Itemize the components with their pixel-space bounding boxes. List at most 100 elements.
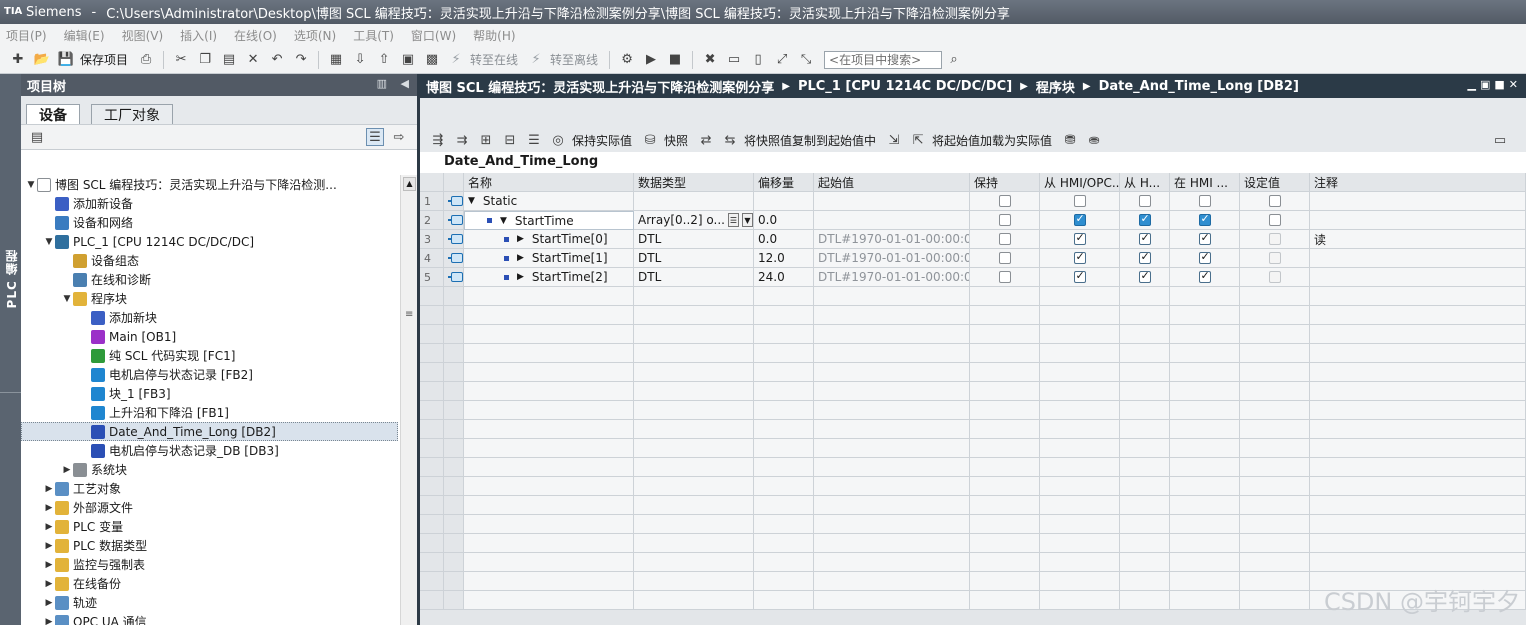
empty-cell[interactable] bbox=[1310, 439, 1526, 458]
tree-item[interactable]: 电机启停与状态记录 [FB2] bbox=[21, 365, 398, 384]
expand-down-icon[interactable]: ▼ bbox=[25, 180, 37, 190]
go-offline-icon[interactable]: ⚡ bbox=[527, 51, 545, 69]
empty-cell[interactable] bbox=[754, 496, 814, 515]
empty-cell[interactable] bbox=[634, 325, 754, 344]
name-cell[interactable]: ▶ StartTime[0] bbox=[464, 230, 634, 249]
copy-snapshot-icon[interactable]: ⇄ bbox=[697, 131, 715, 149]
empty-cell[interactable] bbox=[970, 382, 1040, 401]
hmi-wr-cell[interactable] bbox=[1120, 211, 1170, 230]
empty-cell[interactable] bbox=[1310, 477, 1526, 496]
empty-cell[interactable] bbox=[1310, 306, 1526, 325]
empty-cell[interactable] bbox=[464, 553, 634, 572]
tree-properties-icon[interactable]: ▤ bbox=[28, 128, 46, 146]
table-row[interactable]: 2 ▼ StartTime Array[0..2] o... ☰ ▼ 0.0 bbox=[420, 211, 1526, 230]
empty-cell[interactable] bbox=[464, 382, 634, 401]
table-row[interactable]: 3 ▶ StartTime[0] DTL 0.0 DTL#1970-01-01-00:00… bbox=[420, 230, 1526, 249]
simulation-icon[interactable]: ▣ bbox=[399, 51, 417, 69]
empty-cell[interactable] bbox=[634, 363, 754, 382]
start-value-cell[interactable]: DTL#1970-01-01-00:00:00 bbox=[814, 249, 970, 268]
empty-cell[interactable] bbox=[1240, 572, 1310, 591]
expand-right-icon[interactable]: ▶ bbox=[43, 598, 55, 608]
empty-cell[interactable] bbox=[1120, 306, 1170, 325]
empty-cell[interactable] bbox=[1310, 287, 1526, 306]
tree-item[interactable]: 块_1 [FB3] bbox=[21, 384, 398, 403]
menu-item[interactable]: 选项(N) bbox=[294, 27, 336, 44]
copy-snapshot-to-start-button[interactable]: 将快照值复制到起始值中 bbox=[744, 132, 876, 149]
empty-cell[interactable] bbox=[814, 401, 970, 420]
empty-cell[interactable] bbox=[814, 572, 970, 591]
hmi-vis-cell[interactable] bbox=[1170, 230, 1240, 249]
empty-cell[interactable] bbox=[634, 420, 754, 439]
empty-cell[interactable] bbox=[970, 572, 1040, 591]
checkbox[interactable] bbox=[1138, 269, 1151, 283]
empty-cell[interactable] bbox=[1170, 477, 1240, 496]
paste-icon[interactable]: ▤ bbox=[220, 51, 238, 69]
tree-item[interactable]: ▶ OPC UA 通信 bbox=[21, 612, 398, 625]
empty-cell[interactable] bbox=[1120, 496, 1170, 515]
empty-cell[interactable] bbox=[1040, 363, 1120, 382]
tree-item[interactable]: 添加新块 bbox=[21, 308, 398, 327]
empty-cell[interactable] bbox=[970, 477, 1040, 496]
save-icon[interactable]: 💾 bbox=[57, 51, 75, 69]
empty-cell[interactable] bbox=[1120, 401, 1170, 420]
empty-cell[interactable] bbox=[970, 591, 1040, 610]
editor-settings-icon[interactable]: ▭ bbox=[1491, 131, 1509, 149]
empty-cell[interactable] bbox=[754, 572, 814, 591]
tree-item[interactable]: Main [OB1] bbox=[21, 327, 398, 346]
empty-cell[interactable] bbox=[1120, 534, 1170, 553]
table-row[interactable] bbox=[420, 344, 1526, 363]
expand-icon[interactable]: ▶ bbox=[517, 253, 524, 263]
empty-cell[interactable] bbox=[1120, 458, 1170, 477]
hmi-vis-cell[interactable] bbox=[1170, 268, 1240, 287]
menu-item[interactable]: 插入(I) bbox=[180, 27, 217, 44]
header-setpoint[interactable]: 设定值 bbox=[1240, 173, 1310, 192]
empty-cell[interactable] bbox=[814, 496, 970, 515]
insert-row-icon[interactable]: ⇶ bbox=[429, 131, 447, 149]
search-icon[interactable]: ⌕ bbox=[945, 51, 963, 69]
empty-cell[interactable] bbox=[1240, 515, 1310, 534]
checkbox[interactable] bbox=[1198, 231, 1211, 245]
empty-cell[interactable] bbox=[1170, 458, 1240, 477]
hmi-vis-cell[interactable] bbox=[1170, 211, 1240, 230]
checkbox[interactable] bbox=[1073, 250, 1086, 264]
empty-cell[interactable] bbox=[1310, 420, 1526, 439]
hmi-wr-cell[interactable] bbox=[1120, 192, 1170, 211]
expand-all-icon[interactable]: ⊞ bbox=[477, 131, 495, 149]
checkbox[interactable] bbox=[1198, 195, 1211, 207]
comment-cell[interactable] bbox=[1310, 211, 1526, 230]
empty-cell[interactable] bbox=[754, 515, 814, 534]
table-row[interactable] bbox=[420, 477, 1526, 496]
menu-item[interactable]: 窗口(W) bbox=[411, 27, 456, 44]
empty-cell[interactable] bbox=[1170, 325, 1240, 344]
menu-item[interactable]: 项目(P) bbox=[6, 27, 47, 44]
datatype-cell[interactable]: DTL bbox=[634, 268, 754, 287]
collapse-all-icon[interactable]: ⊟ bbox=[501, 131, 519, 149]
load-start-icon[interactable]: ⇲ bbox=[885, 131, 903, 149]
empty-cell[interactable] bbox=[970, 534, 1040, 553]
empty-cell[interactable] bbox=[1170, 572, 1240, 591]
header-hmi-visible[interactable]: 在 HMI ... bbox=[1170, 173, 1240, 192]
empty-cell[interactable] bbox=[1240, 553, 1310, 572]
empty-cell[interactable] bbox=[1310, 325, 1526, 344]
breadcrumb-project[interactable]: 博图 SCL 编程技巧：灵活实现上升沿与下降沿检测案例分享 bbox=[426, 77, 774, 96]
comment-cell[interactable] bbox=[1310, 192, 1526, 211]
checkbox[interactable] bbox=[998, 233, 1011, 245]
empty-cell[interactable] bbox=[1240, 420, 1310, 439]
copy-icon[interactable]: ❐ bbox=[196, 51, 214, 69]
start-value-cell[interactable]: DTL#1970-01-01-00:00:00 bbox=[814, 268, 970, 287]
header-hmi-accessible[interactable]: 从 HMI/OPC.. bbox=[1040, 173, 1120, 192]
empty-cell[interactable] bbox=[634, 553, 754, 572]
tree-item[interactable]: ▶ 外部源文件 bbox=[21, 498, 398, 517]
datatype-cell[interactable]: DTL bbox=[634, 230, 754, 249]
tree-item[interactable]: ▼ PLC_1 [CPU 1214C DC/DC/DC] bbox=[21, 232, 398, 251]
retain-cell[interactable] bbox=[970, 268, 1040, 287]
empty-cell[interactable] bbox=[754, 325, 814, 344]
empty-cell[interactable] bbox=[970, 325, 1040, 344]
breadcrumb-program-blocks[interactable]: 程序块 bbox=[1036, 77, 1075, 96]
tree-item[interactable]: ▶ 系统块 bbox=[21, 460, 398, 479]
empty-cell[interactable] bbox=[1240, 344, 1310, 363]
setpoint-cell[interactable] bbox=[1240, 249, 1310, 268]
expand-right-icon[interactable]: ▶ bbox=[43, 503, 55, 513]
empty-cell[interactable] bbox=[1040, 287, 1120, 306]
menu-item[interactable]: 帮助(H) bbox=[473, 27, 515, 44]
